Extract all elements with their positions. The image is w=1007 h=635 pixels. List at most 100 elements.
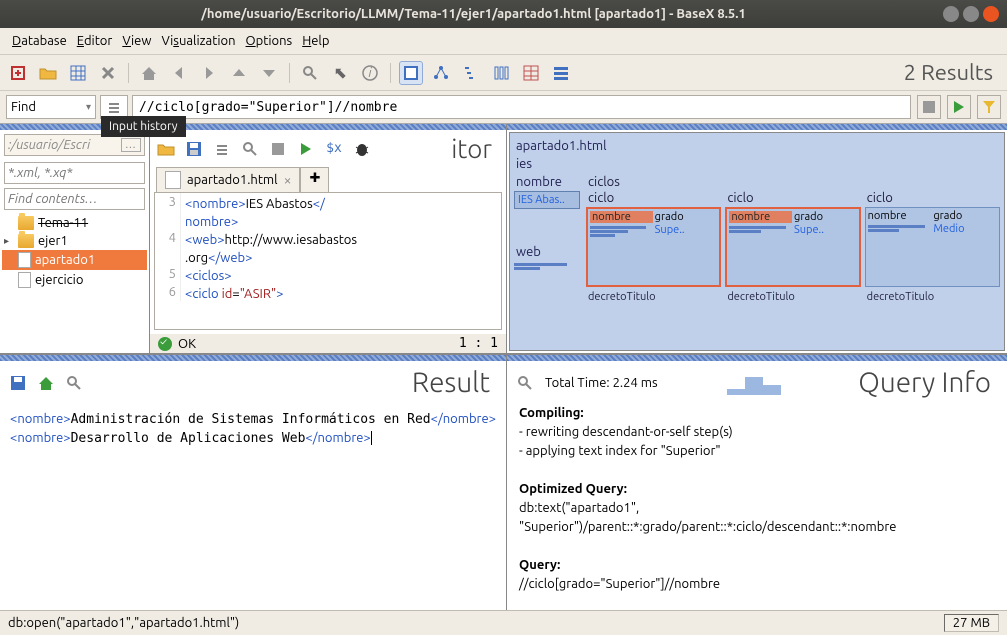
search-icon[interactable] [513,371,537,395]
tree-file-ejercicio: ejercicio [2,270,147,290]
query-input[interactable] [132,95,911,119]
open-button[interactable] [36,61,60,85]
info-icon[interactable]: i [358,61,382,85]
save-button[interactable] [6,371,30,395]
statusbar: db:open("apartado1","apartado1.html") 27… [0,610,1007,635]
input-history-button[interactable]: Input history [100,95,128,119]
viz-root-label: ies [514,155,1000,173]
grid-icon[interactable] [66,61,90,85]
tree-view-icon[interactable] [429,61,453,85]
editor-tabs: apartado1.html× ✚ [150,167,506,192]
toolbar-separator [289,63,290,83]
editor-status: OK 1 : 1 [150,334,506,353]
menu-editor[interactable]: Editor [73,32,117,50]
nav-forward-icon[interactable] [197,61,221,85]
titlebar: /home/usuario/Escritorio/LLMM/Tema-11/ej… [0,0,1007,28]
window-minimize-button[interactable] [943,6,959,22]
filter-input[interactable] [4,162,145,184]
viz-nombre-label: nombre [514,173,580,191]
editor-tab[interactable]: apartado1.html× [156,167,300,192]
tree-folder-parent: Tema-11 [2,214,147,232]
tooltip: Input history [101,116,186,137]
memory-indicator: 27 MB [944,614,999,632]
viz-ciclo[interactable]: ciclo nombre gradoSupe.. decretoTitulo [586,191,721,305]
viz-nombre-box[interactable]: IES Abas.. [514,191,580,209]
explore-view-icon[interactable] [549,61,573,85]
plot-view-icon[interactable] [489,61,513,85]
table-view-icon[interactable] [519,61,543,85]
tree-folder-ejer1: ▸ejer1 [2,232,147,250]
editor-code[interactable]: 3456 <nombre>IES Abastos</nombre> <web>h… [154,192,502,330]
run-button[interactable] [947,95,971,119]
folder-view-icon[interactable] [459,61,483,85]
queryinfo-pane: Total Time: 2.24 ms Query Info Compiling… [507,355,1007,610]
viz-ciclo[interactable]: ciclo nombre gradoSupe.. decretoTitulo [725,191,860,305]
nav-up-icon[interactable] [227,61,251,85]
vars-button[interactable]: $x [322,137,346,161]
viz-web-label: web [514,243,580,261]
new-tab-button[interactable]: ✚ [300,167,329,192]
project-pane: :/usuario/Escri … Tema-11 ▸ejer1 apartad… [0,124,150,353]
save-button[interactable] [182,137,206,161]
path-box[interactable]: :/usuario/Escri … [4,134,145,156]
editor-pane: $x itor apartado1.html× ✚ 3456 <nombre>I… [150,124,507,353]
querybar: Find Input history [0,91,1007,123]
home-icon[interactable] [137,61,161,85]
new-db-button[interactable] [6,61,30,85]
queryinfo-heading: Query Info [858,367,1001,398]
editor-view-icon[interactable] [399,61,423,85]
search-icon[interactable] [238,137,262,161]
line-gutter: 3456 [155,193,181,301]
find-dropdown[interactable]: Find [6,95,96,119]
search-icon[interactable] [298,61,322,85]
open-button[interactable] [154,137,178,161]
nav-down-icon[interactable] [257,61,281,85]
statusbar-text: db:open("apartado1","apartado1.html") [8,616,239,630]
viz-ciclo[interactable]: ciclo nombre gradoMedio decretoTitulo [865,191,1000,305]
menu-view[interactable]: View [118,32,155,50]
menu-database[interactable]: Database [8,32,71,50]
editor-heading: itor [451,134,502,163]
stop-button[interactable] [917,95,941,119]
cursor-position: 1 : 1 [459,336,498,351]
timing-spark [727,371,781,395]
window-close-button[interactable] [983,6,999,22]
toolbar-separator [128,63,129,83]
close-button[interactable] [96,61,120,85]
nav-back-icon[interactable] [167,61,191,85]
tree-file-apartado1: apartado1 [2,250,147,270]
stop-button[interactable] [266,137,290,161]
total-time: Total Time: 2.24 ms [545,376,658,390]
realtime-icon[interactable] [328,61,352,85]
results-count: 2 Results [904,60,1001,85]
find-contents-input[interactable] [4,188,145,210]
toolbar-separator [390,63,391,83]
result-heading: Result [412,367,500,398]
home-icon[interactable] [34,371,58,395]
debug-icon[interactable] [350,137,374,161]
tab-close-icon[interactable]: × [284,172,292,188]
queryinfo-body[interactable]: Compiling: - rewriting descendant-or-sel… [507,404,1007,610]
menu-visualization[interactable]: Visualization [157,32,239,50]
file-tree[interactable]: Tema-11 ▸ejer1 apartado1 ejercicio [0,212,149,353]
window-title: /home/usuario/Escritorio/LLMM/Tema-11/ej… [8,7,939,21]
status-text: OK [178,337,196,351]
window-maximize-button[interactable] [963,6,979,22]
path-browse-button[interactable]: … [121,138,141,152]
search-icon[interactable] [62,371,86,395]
menubar: Database Editor View Visualization Optio… [0,28,1007,55]
ok-icon [158,337,172,351]
editor-toolbar: $x itor [150,130,506,167]
menu-help[interactable]: Help [298,32,333,50]
history-button[interactable] [210,137,234,161]
run-button[interactable] [294,137,318,161]
folder-icon [18,234,34,248]
result-body[interactable]: <nombre>Administración de Sistemas Infor… [0,404,506,610]
treemap-viz[interactable]: apartado1.html ies nombre IES Abas.. web… [509,132,1005,351]
file-icon [18,252,31,268]
filter-button[interactable] [977,95,1001,119]
menu-options[interactable]: Options [242,32,297,50]
panel-header[interactable] [507,124,1007,130]
result-pane: Result <nombre>Administración de Sistema… [0,355,507,610]
viz-ciclos-label: ciclos [586,173,1000,191]
